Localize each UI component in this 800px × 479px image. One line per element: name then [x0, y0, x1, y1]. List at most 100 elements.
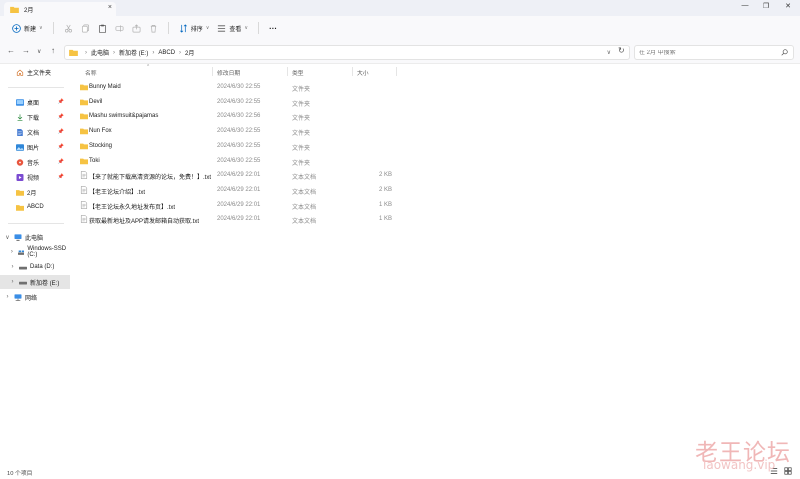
file-modified-date: 2024/6/29 22:01 — [217, 186, 261, 193]
command-bar: 新建 ∨ 排序 ∨ 查看 ∨ ··· — [0, 16, 800, 40]
up-button[interactable]: ↑ — [51, 46, 55, 55]
sort-label: 排序 — [190, 26, 203, 33]
sidebar-item-label: ABCD — [27, 204, 44, 210]
folder-row[interactable]: Mashu swimsuit&pajamas 2024/6/30 22:56 文件夹 — [76, 109, 406, 123]
chevron-right-icon[interactable]: › — [3, 294, 12, 300]
more-button[interactable]: ··· — [265, 20, 281, 36]
sidebar-item-label: 音乐 — [27, 160, 40, 167]
pin-icon[interactable]: 📌 — [58, 159, 64, 165]
sidebar-divider — [8, 223, 64, 224]
tab-active[interactable]: 2月 × — [4, 2, 116, 16]
column-header-type[interactable]: 类型 — [292, 68, 304, 77]
folder-row[interactable]: Toki 2024/6/30 22:55 文件夹 — [76, 154, 406, 168]
recent-locations-button[interactable]: ∨ — [37, 48, 41, 55]
forward-button[interactable]: → — [22, 46, 30, 55]
close-window-button[interactable]: ✕ — [781, 2, 795, 10]
item-count: 10 个项目 — [7, 471, 33, 477]
column-divider[interactable] — [287, 67, 288, 76]
folder-icon — [16, 189, 24, 196]
breadcrumb-separator: › — [85, 49, 87, 56]
address-dropdown-button[interactable]: ∨ — [607, 49, 611, 56]
search-box[interactable] — [634, 45, 794, 60]
maximize-button[interactable]: ❐ — [759, 2, 773, 10]
file-type: 文件夹 — [292, 131, 311, 138]
copy-icon — [81, 24, 89, 32]
column-header-date[interactable]: 修改日期 — [217, 68, 240, 77]
breadcrumb-drive-e[interactable]: 新加卷 (E:) — [119, 48, 148, 57]
file-modified-date: 2024/6/29 22:01 — [217, 201, 261, 208]
file-name: Mashu swimsuit&pajamas — [89, 113, 159, 120]
column-divider[interactable] — [352, 67, 353, 76]
sidebar-item-documents[interactable]: 文档 📌 — [0, 125, 70, 139]
folder-row[interactable]: Nun Fox 2024/6/30 22:55 文件夹 — [76, 124, 406, 138]
folder-row[interactable]: Stocking 2024/6/30 22:55 文件夹 — [76, 139, 406, 153]
sidebar-item-downloads[interactable]: 下载 📌 — [0, 110, 70, 124]
sidebar-item-abcd[interactable]: ABCD — [0, 200, 70, 214]
sidebar-item-drive-c[interactable]: › Windows-SSD (C:) — [0, 245, 70, 259]
column-divider[interactable] — [396, 67, 397, 76]
sidebar-item-music[interactable]: 音乐 📌 — [0, 155, 70, 169]
column-header-name[interactable]: 名称 — [85, 68, 97, 77]
pin-icon[interactable]: 📌 — [58, 129, 64, 135]
rename-button[interactable] — [111, 20, 128, 36]
breadcrumb-abcd[interactable]: ABCD — [158, 50, 175, 56]
sidebar-item-home[interactable]: 主文件夹 — [0, 65, 70, 79]
cut-button[interactable] — [60, 20, 77, 36]
file-type: 文件夹 — [292, 145, 311, 152]
sidebar-item-this-pc[interactable]: ∨ 此电脑 — [0, 230, 70, 244]
column-header-size[interactable]: 大小 — [357, 68, 369, 77]
sort-ascending-icon: ⌃ — [146, 64, 151, 70]
view-button[interactable]: 查看 ∨ — [213, 20, 252, 36]
file-name: Nun Fox — [89, 128, 112, 135]
sort-button[interactable]: 排序 ∨ — [175, 20, 214, 36]
folder-row[interactable]: Devil 2024/6/30 22:55 文件夹 — [76, 95, 406, 109]
file-modified-date: 2024/6/29 22:01 — [217, 216, 261, 223]
chevron-right-icon[interactable]: › — [8, 279, 17, 285]
file-size: 1 KB — [378, 216, 392, 223]
sidebar-item-drive-e[interactable]: › 新加卷 (E:) — [0, 275, 70, 289]
pin-icon[interactable]: 📌 — [58, 99, 64, 105]
share-button[interactable] — [128, 20, 145, 36]
sidebar-divider — [8, 87, 64, 88]
search-input[interactable] — [639, 49, 779, 56]
file-row[interactable]: 获取最新地址及APP请发邮箱自动获取.txt 2024/6/29 22:01 文本文… — [76, 212, 406, 226]
copy-button[interactable] — [77, 20, 94, 36]
sidebar-item-pictures[interactable]: 图片 📌 — [0, 140, 70, 154]
minimize-button[interactable]: — — [738, 2, 752, 9]
chevron-right-icon[interactable]: › — [8, 249, 16, 255]
sidebar-item-feb-folder[interactable]: 2月 — [0, 185, 70, 199]
column-divider[interactable] — [212, 67, 213, 76]
search-icon[interactable] — [781, 49, 788, 56]
watermark-url: laowang.vip — [703, 458, 776, 472]
paste-button[interactable] — [94, 20, 111, 36]
delete-icon — [150, 24, 156, 32]
back-button[interactable]: ← — [7, 46, 15, 55]
pin-icon[interactable]: 📌 — [58, 144, 64, 150]
delete-button[interactable] — [145, 20, 162, 36]
file-row[interactable]: 【老王论坛永久地址发布页】.txt 2024/6/29 22:01 文本文档 1 KB — [76, 198, 406, 212]
file-row[interactable]: 【来了就能下载高清资源的论坛，免费！】.txt 2024/6/29 22:01 文本… — [76, 168, 406, 182]
new-button[interactable]: 新建 ∨ — [8, 20, 47, 36]
file-size: 2 KB — [378, 186, 392, 193]
sidebar-item-network[interactable]: › 网络 — [0, 290, 70, 304]
breadcrumb-current[interactable]: 2月 — [185, 48, 194, 57]
tiles-view-icon[interactable] — [784, 467, 792, 475]
breadcrumb-this-pc[interactable]: 此电脑 — [91, 48, 109, 57]
refresh-button[interactable]: ↻ — [618, 46, 625, 55]
sidebar-item-label: 图片 — [27, 145, 40, 152]
sidebar-item-drive-d[interactable]: › Data (D:) — [0, 260, 70, 274]
sidebar-item-label: 主文件夹 — [27, 70, 52, 77]
folder-row[interactable]: Bunny Maid 2024/6/30 22:55 文件夹 — [76, 80, 406, 94]
tab-close-icon[interactable]: × — [108, 4, 112, 11]
sidebar-item-videos[interactable]: 视频 📌 — [0, 170, 70, 184]
pin-icon[interactable]: 📌 — [58, 174, 64, 180]
toolbar-divider — [52, 22, 54, 34]
address-bar[interactable]: › 此电脑 › 新加卷 (E:) › ABCD › 2月 ∨ — [64, 45, 630, 60]
pin-icon[interactable]: 📌 — [58, 114, 64, 120]
sidebar-item-desktop[interactable]: 桌面 📌 — [0, 95, 70, 109]
chevron-right-icon[interactable]: › — [8, 264, 17, 270]
file-name: 【老王论坛永久地址发布页】.txt — [89, 204, 176, 211]
file-row[interactable]: 【老王论坛介绍】.txt 2024/6/29 22:01 文本文档 2 KB — [76, 183, 406, 197]
cut-icon — [64, 24, 72, 32]
chevron-down-icon[interactable]: ∨ — [3, 234, 12, 241]
